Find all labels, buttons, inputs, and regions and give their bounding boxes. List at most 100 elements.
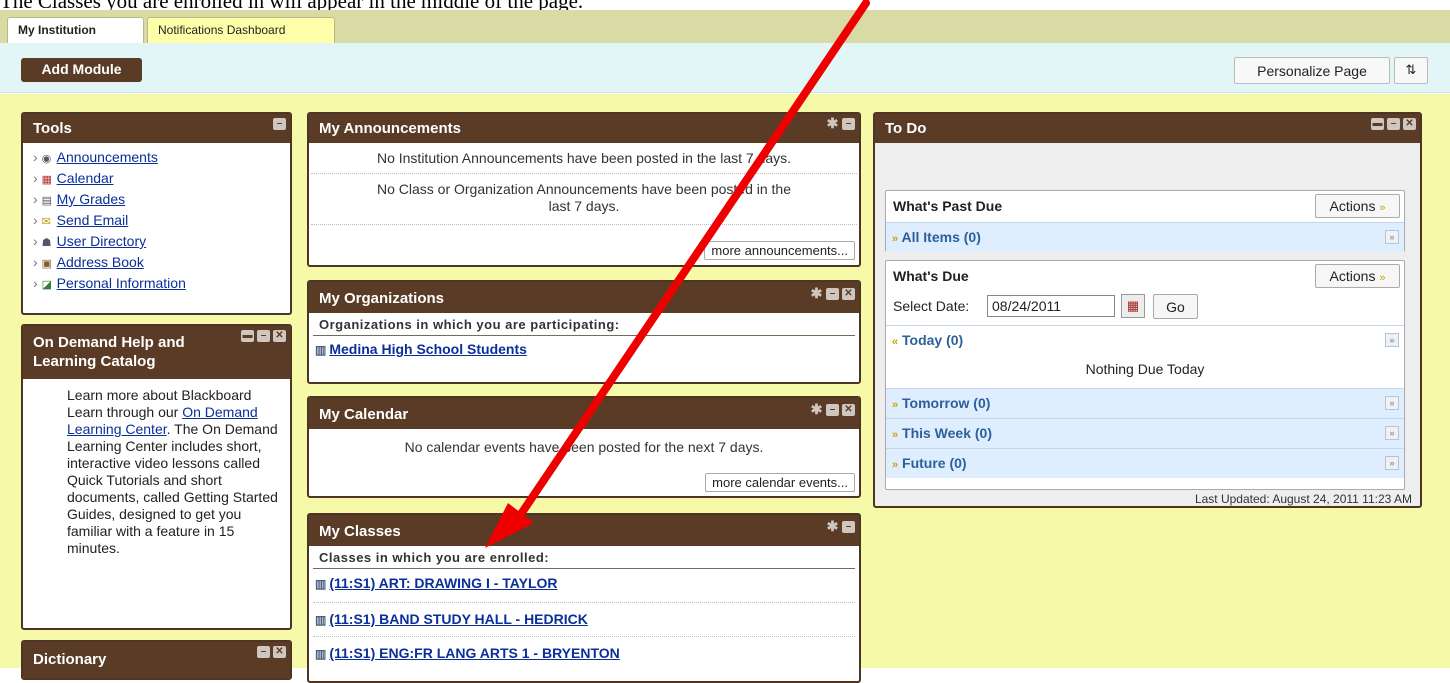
calendar-icon: ▦ xyxy=(41,174,53,186)
book-icon: ▥ xyxy=(315,577,327,591)
gear-icon[interactable]: ✱ xyxy=(826,519,839,533)
tab-my-institution[interactable]: My Institution xyxy=(7,17,144,43)
tools-item-my-grades[interactable]: › ▤ My Grades xyxy=(33,189,290,210)
email-icon: ✉ xyxy=(41,216,51,228)
announcements-module: My Announcements ✱ – No Institution Anno… xyxy=(307,112,861,267)
past-due-actions-button[interactable]: Actions » xyxy=(1315,194,1400,218)
close-icon[interactable]: ✕ xyxy=(1403,118,1416,130)
classes-header: My Classes ✱ – xyxy=(309,515,859,546)
go-button[interactable]: Go xyxy=(1153,294,1198,319)
minimize-icon[interactable]: – xyxy=(826,404,839,416)
close-icon[interactable]: ✕ xyxy=(842,288,855,300)
ondemand-header: On Demand Help and Learning Catalog ▬ – … xyxy=(23,326,290,379)
gear-icon[interactable]: ✱ xyxy=(826,116,839,130)
directory-icon: ☗ xyxy=(41,237,52,249)
close-icon[interactable]: ✕ xyxy=(273,330,286,342)
ondemand-body: Learn more about Blackboard Learn throug… xyxy=(23,379,290,557)
tools-title: Tools xyxy=(33,120,72,137)
calendar-module: My Calendar ✱ – ✕ No calendar events hav… xyxy=(307,396,861,498)
organizations-header: My Organizations ✱ – ✕ xyxy=(309,282,859,313)
due-panel: What's Due Actions » Select Date: 08/24/… xyxy=(885,260,1405,490)
minimize-icon[interactable]: – xyxy=(842,521,855,533)
gear-icon[interactable]: ✱ xyxy=(810,286,823,300)
tools-item-address-book[interactable]: › ▣ Address Book xyxy=(33,252,290,273)
future-row[interactable]: » Future (0)» xyxy=(886,448,1404,478)
megaphone-icon: ◉ xyxy=(41,153,52,165)
ondemand-title: On Demand Help and Learning Catalog xyxy=(33,334,185,370)
announcements-title: My Announcements xyxy=(319,120,461,137)
select-date-label: Select Date: xyxy=(893,298,970,314)
tomorrow-row[interactable]: » Tomorrow (0)» xyxy=(886,388,1404,418)
tab-notifications-dashboard[interactable]: Notifications Dashboard xyxy=(147,17,335,43)
chevron-up-icon: « xyxy=(892,336,899,348)
todo-title: To Do xyxy=(885,120,927,137)
todo-header: To Do ▬ – ✕ xyxy=(875,114,1420,143)
tools-item-personal-information[interactable]: › ◪ Personal Information xyxy=(33,273,290,294)
book-icon: ▥ xyxy=(315,613,327,627)
tools-item-send-email[interactable]: › ✉ Send Email xyxy=(33,210,290,231)
past-due-panel: What's Past Due Actions » » All Items (0… xyxy=(885,190,1405,252)
classes-title: My Classes xyxy=(319,523,401,540)
organizations-module: My Organizations ✱ – ✕ Organizations in … xyxy=(307,280,861,384)
reorder-icon[interactable]: ⇅ xyxy=(1394,57,1428,84)
minimize-icon[interactable]: – xyxy=(1387,118,1400,130)
expand-icon[interactable]: » xyxy=(1385,456,1399,470)
more-calendar-events-button[interactable]: more calendar events... xyxy=(705,473,855,492)
organizations-list: ▥ Medina High School Students xyxy=(309,336,859,357)
classes-module: My Classes ✱ – Classes in which you are … xyxy=(307,513,861,683)
past-due-all-items-row[interactable]: » All Items (0)» xyxy=(886,222,1404,252)
dictionary-module: Dictionary – ✕ xyxy=(21,640,292,680)
organizations-subhead: Organizations in which you are participa… xyxy=(313,313,855,336)
class-item[interactable]: ▥ (11:S1) BAND STUDY HALL - HEDRICK xyxy=(309,603,859,630)
classes-list: ▥ (11:S1) ART: DRAWING I - TAYLOR ▥ (11:S1… xyxy=(309,569,859,664)
comment-icon[interactable]: ▬ xyxy=(241,330,254,342)
book-icon: ▥ xyxy=(315,343,327,357)
class-item[interactable]: ▥ (11:S1) ENG:FR LANG ARTS 1 - BRYENTON xyxy=(309,637,859,664)
close-icon[interactable]: ✕ xyxy=(273,646,286,658)
tools-item-calendar[interactable]: › ▦ Calendar xyxy=(33,168,290,189)
todo-module: To Do ▬ – ✕ What's Past Due Actions » » … xyxy=(873,112,1422,508)
expand-icon[interactable]: » xyxy=(1385,230,1399,244)
calendar-picker-icon[interactable]: ▦ xyxy=(1121,294,1145,318)
gear-icon[interactable]: ✱ xyxy=(810,402,823,416)
book-icon: ▥ xyxy=(315,647,327,661)
personal-info-icon: ◪ xyxy=(41,279,53,291)
chevron-down-icon: » xyxy=(1379,202,1386,214)
minimize-icon[interactable]: – xyxy=(257,646,270,658)
classes-subhead: Classes in which you are enrolled: xyxy=(313,546,855,569)
date-input[interactable]: 08/24/2011 xyxy=(987,295,1115,317)
comment-icon[interactable]: ▬ xyxy=(1371,118,1384,130)
organizations-title: My Organizations xyxy=(319,290,445,307)
add-module-button[interactable]: Add Module xyxy=(21,58,142,82)
minimize-icon[interactable]: – xyxy=(273,118,286,130)
organization-item[interactable]: ▥ Medina High School Students xyxy=(309,341,859,357)
due-actions-button[interactable]: Actions » xyxy=(1315,264,1400,288)
calendar-title: My Calendar xyxy=(319,406,409,423)
last-updated-text: Last Updated: August 24, 2011 11:23 AM xyxy=(1194,492,1412,506)
expand-icon[interactable]: » xyxy=(1385,333,1399,347)
expand-icon[interactable]: » xyxy=(1385,396,1399,410)
tools-item-announcements[interactable]: › ◉ Announcements xyxy=(33,147,290,168)
expand-icon[interactable]: » xyxy=(1385,426,1399,440)
minimize-icon[interactable]: – xyxy=(257,330,270,342)
minimize-icon[interactable]: – xyxy=(842,118,855,130)
class-item[interactable]: ▥ (11:S1) ART: DRAWING I - TAYLOR xyxy=(309,575,859,602)
calendar-msg: No calendar events have been posted for … xyxy=(404,439,764,455)
chevron-down-icon: » xyxy=(1379,272,1386,284)
announcements-header: My Announcements ✱ – xyxy=(309,114,859,143)
dictionary-title: Dictionary xyxy=(33,651,107,668)
today-row[interactable]: « Today (0)» xyxy=(886,325,1404,355)
tools-module: Tools – › ◉ Announcements › ▦ Calendar › ▤ My … xyxy=(21,112,292,315)
tools-list: › ◉ Announcements › ▦ Calendar › ▤ My Grades ›… xyxy=(23,143,290,294)
tools-header: Tools – xyxy=(23,114,290,143)
address-book-icon: ▣ xyxy=(41,258,53,270)
minimize-icon[interactable]: – xyxy=(826,288,839,300)
this-week-row[interactable]: » This Week (0)» xyxy=(886,418,1404,448)
chevron-down-icon: » xyxy=(892,459,899,471)
close-icon[interactable]: ✕ xyxy=(842,404,855,416)
tools-item-user-directory[interactable]: › ☗ User Directory xyxy=(33,231,290,252)
personalize-page-button[interactable]: Personalize Page xyxy=(1234,57,1390,84)
dictionary-header: Dictionary – ✕ xyxy=(23,642,290,678)
more-announcements-button[interactable]: more announcements... xyxy=(704,241,855,260)
module-area: Tools – › ◉ Announcements › ▦ Calendar › ▤ My … xyxy=(0,94,1450,683)
